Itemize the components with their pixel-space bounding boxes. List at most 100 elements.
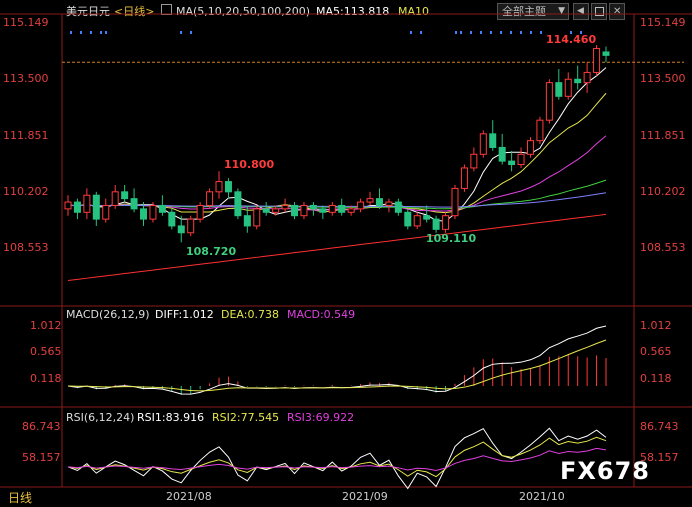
candle-body xyxy=(602,51,610,56)
rsi1-value: RSI1:83.916 xyxy=(137,411,205,424)
macd-diff: DIFF:1.012 xyxy=(155,308,214,321)
macd-title: MACD(26,12,9) xyxy=(66,308,150,321)
candle-body xyxy=(385,201,393,206)
event-marker xyxy=(90,31,92,34)
price-tick-right: 110.202 xyxy=(640,185,686,198)
event-marker xyxy=(455,31,457,34)
rsi-tick-left: 86.743 xyxy=(22,420,61,433)
candle-body xyxy=(281,204,289,210)
candle-body xyxy=(121,191,129,200)
period-tab[interactable]: 日线 xyxy=(8,492,32,505)
event-marker xyxy=(510,31,512,34)
date-label: 2021/10 xyxy=(519,490,565,503)
event-marker xyxy=(460,31,462,34)
event-marker xyxy=(70,31,72,34)
price-tick-right: 113.500 xyxy=(640,72,686,85)
macd-tick-right: 0.565 xyxy=(640,345,672,358)
macd-tick-left: 0.565 xyxy=(30,345,62,358)
ma200-line xyxy=(67,213,607,282)
candle-body xyxy=(442,215,450,230)
macd-value: MACD:0.549 xyxy=(287,308,356,321)
macd-tick-right: 0.118 xyxy=(640,372,672,385)
macd-dea-line xyxy=(67,339,607,392)
candle-body xyxy=(545,82,553,121)
event-marker xyxy=(410,31,412,34)
candle-body xyxy=(215,181,223,193)
macd-tick-left: 0.118 xyxy=(30,372,62,385)
event-marker xyxy=(480,31,482,34)
candle-body xyxy=(309,204,317,210)
event-marker xyxy=(105,31,107,34)
event-marker xyxy=(100,31,102,34)
candle-body xyxy=(328,204,336,213)
event-marker xyxy=(530,31,532,34)
candle-body xyxy=(319,208,327,213)
candle-body xyxy=(357,201,365,210)
candle-body xyxy=(130,198,138,210)
candle-body xyxy=(158,204,166,213)
watermark-logo: FX678 xyxy=(560,457,650,485)
candle-body xyxy=(111,191,119,206)
candle-body xyxy=(460,167,468,189)
candle-body xyxy=(404,211,412,227)
event-marker xyxy=(80,31,82,34)
macd-diff-line xyxy=(67,325,607,395)
last-annotation: 114.460 xyxy=(546,33,597,46)
candle-body xyxy=(517,153,525,166)
ma5-line xyxy=(67,67,607,222)
candle-body xyxy=(451,187,459,217)
rsi-tick-left: 58.157 xyxy=(22,451,61,464)
event-marker xyxy=(180,31,182,34)
rsi2-value: RSI2:77.545 xyxy=(212,411,280,424)
candle-body xyxy=(526,140,534,155)
event-marker xyxy=(190,31,192,34)
low-annotation: 108.720 xyxy=(186,245,237,258)
price-tick-left: 115.149 xyxy=(3,16,49,29)
price-tick-left: 110.202 xyxy=(3,185,49,198)
candle-body xyxy=(73,201,81,213)
macd-tick-left: 1.012 xyxy=(30,319,62,332)
candle-body xyxy=(140,208,148,220)
candle-body xyxy=(593,48,601,73)
candle-body xyxy=(168,211,176,227)
candle-body xyxy=(253,208,261,227)
candle-body xyxy=(243,215,251,227)
date-label: 2021/09 xyxy=(342,490,388,503)
candle-body xyxy=(272,208,280,213)
event-marker xyxy=(500,31,502,34)
price-tick-left: 108.553 xyxy=(3,241,49,254)
candle-body xyxy=(92,194,100,220)
candle-body xyxy=(347,208,355,213)
rsi3-value: RSI3:69.922 xyxy=(287,411,355,424)
price-tick-left: 113.500 xyxy=(3,72,49,85)
candle-body xyxy=(102,204,110,220)
price-tick-right: 115.149 xyxy=(640,16,686,29)
candle-body xyxy=(564,78,572,97)
candle-body xyxy=(262,208,270,213)
date-label: 2021/08 xyxy=(166,490,212,503)
macd-tick-right: 1.012 xyxy=(640,319,672,332)
event-marker xyxy=(470,31,472,34)
candle-body xyxy=(498,146,506,162)
candle-body xyxy=(413,215,421,227)
candle-body xyxy=(489,133,497,148)
candle-body xyxy=(508,160,516,166)
candle-body xyxy=(64,201,72,210)
candle-body xyxy=(574,78,582,84)
high-annotation: 110.800 xyxy=(224,158,275,171)
price-tick-right: 108.553 xyxy=(640,241,686,254)
rsi-title: RSI(6,12,24) xyxy=(66,411,135,424)
rsi6-line xyxy=(67,427,607,490)
candle-body xyxy=(470,153,478,169)
candlestick-chart[interactable] xyxy=(0,0,692,507)
event-marker xyxy=(490,31,492,34)
candle-body xyxy=(149,204,157,220)
candle-body xyxy=(338,204,346,213)
candle-body xyxy=(375,198,383,206)
candle-body xyxy=(394,201,402,213)
candle-body xyxy=(234,191,242,217)
candle-body xyxy=(555,82,563,97)
candle-body xyxy=(187,218,195,234)
candle-body xyxy=(432,218,440,230)
candle-body xyxy=(206,191,214,206)
